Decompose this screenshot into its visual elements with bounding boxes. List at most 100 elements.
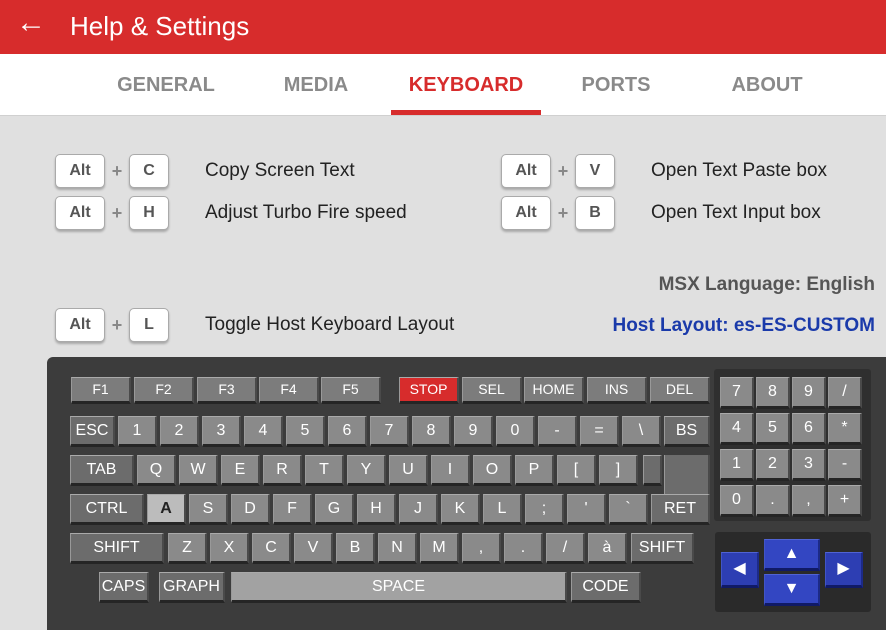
key-r[interactable]: R: [263, 455, 302, 486]
arrow-up-icon[interactable]: ▲: [764, 539, 820, 571]
host-layout-label[interactable]: Host Layout: es-ES-CUSTOM: [612, 311, 875, 341]
numpad-comma[interactable]: ,: [792, 485, 826, 517]
key-y[interactable]: Y: [347, 455, 386, 486]
key-equals[interactable]: =: [580, 416, 619, 447]
key-a[interactable]: A: [147, 494, 186, 525]
tab-keyboard[interactable]: KEYBOARD: [391, 74, 541, 97]
key-g[interactable]: G: [315, 494, 354, 525]
key-3[interactable]: 3: [202, 416, 241, 447]
key-d[interactable]: D: [231, 494, 270, 525]
key-s[interactable]: S: [189, 494, 228, 525]
key-bs[interactable]: BS: [664, 416, 710, 447]
numpad-multiply[interactable]: *: [828, 413, 862, 445]
key-5[interactable]: 5: [286, 416, 325, 447]
alt-key-cap: Alt: [55, 308, 105, 342]
arrow-left-icon[interactable]: ◀: [721, 552, 759, 588]
key-i[interactable]: I: [431, 455, 470, 486]
key-shift-left[interactable]: SHIFT: [70, 533, 164, 564]
key-9[interactable]: 9: [454, 416, 493, 447]
key-ret-upper[interactable]: [664, 455, 710, 497]
numpad-0[interactable]: 0: [720, 485, 754, 517]
numpad-7[interactable]: 7: [720, 377, 754, 409]
key-quote[interactable]: ': [567, 494, 606, 525]
key-f5[interactable]: F5: [321, 377, 381, 404]
key-slash[interactable]: /: [546, 533, 585, 564]
numpad-divide[interactable]: /: [828, 377, 862, 409]
key-backtick[interactable]: `: [609, 494, 648, 525]
numpad-2[interactable]: 2: [756, 449, 790, 481]
key-ins[interactable]: INS: [587, 377, 647, 404]
key-backslash[interactable]: \: [622, 416, 661, 447]
key-space[interactable]: SPACE: [231, 572, 567, 603]
key-f1[interactable]: F1: [71, 377, 131, 404]
key-e[interactable]: E: [221, 455, 260, 486]
key-l[interactable]: L: [483, 494, 522, 525]
key-ret[interactable]: RET: [651, 494, 710, 525]
key-a-grave[interactable]: à: [588, 533, 627, 564]
numpad-minus[interactable]: -: [828, 449, 862, 481]
key-u[interactable]: U: [389, 455, 428, 486]
key-semicolon[interactable]: ;: [525, 494, 564, 525]
key-f3[interactable]: F3: [197, 377, 257, 404]
numpad-8[interactable]: 8: [756, 377, 790, 409]
key-left-bracket[interactable]: [: [557, 455, 596, 486]
key-stop[interactable]: STOP: [399, 377, 459, 404]
key-graph[interactable]: GRAPH: [159, 572, 225, 603]
shortcut-description: Adjust Turbo Fire speed: [205, 202, 407, 223]
key-c[interactable]: C: [252, 533, 291, 564]
key-k[interactable]: K: [441, 494, 480, 525]
key-f4[interactable]: F4: [259, 377, 319, 404]
key-n[interactable]: N: [378, 533, 417, 564]
key-esc[interactable]: ESC: [70, 416, 115, 447]
key-0[interactable]: 0: [496, 416, 535, 447]
numpad-9[interactable]: 9: [792, 377, 826, 409]
key-o[interactable]: O: [473, 455, 512, 486]
key-6[interactable]: 6: [328, 416, 367, 447]
numpad-6[interactable]: 6: [792, 413, 826, 445]
key-m[interactable]: M: [420, 533, 459, 564]
numpad-period[interactable]: .: [756, 485, 790, 517]
key-tab[interactable]: TAB: [70, 455, 134, 486]
key-b[interactable]: B: [336, 533, 375, 564]
key-4[interactable]: 4: [244, 416, 283, 447]
numpad-4[interactable]: 4: [720, 413, 754, 445]
key-p[interactable]: P: [515, 455, 554, 486]
key-code[interactable]: CODE: [571, 572, 641, 603]
arrow-right-icon[interactable]: ▶: [825, 552, 863, 588]
key-7[interactable]: 7: [370, 416, 409, 447]
key-comma[interactable]: ,: [462, 533, 501, 564]
key-h[interactable]: H: [357, 494, 396, 525]
tab-general[interactable]: GENERAL: [91, 74, 241, 97]
key-x[interactable]: X: [210, 533, 249, 564]
numpad-1[interactable]: 1: [720, 449, 754, 481]
tab-about[interactable]: ABOUT: [692, 74, 842, 97]
key-ctrl[interactable]: CTRL: [70, 494, 144, 525]
key-v[interactable]: V: [294, 533, 333, 564]
l-key-cap: L: [129, 308, 169, 342]
back-arrow-icon[interactable]: ←: [14, 5, 48, 41]
key-minus[interactable]: -: [538, 416, 577, 447]
arrow-down-icon[interactable]: ▼: [764, 574, 820, 606]
tab-ports[interactable]: PORTS: [541, 74, 691, 97]
tab-media[interactable]: MEDIA: [241, 74, 391, 97]
key-home[interactable]: HOME: [524, 377, 584, 404]
key-1[interactable]: 1: [118, 416, 157, 447]
key-f2[interactable]: F2: [134, 377, 194, 404]
key-right-bracket[interactable]: ]: [599, 455, 638, 486]
numpad-plus[interactable]: +: [828, 485, 862, 517]
key-q[interactable]: Q: [137, 455, 176, 486]
key-period[interactable]: .: [504, 533, 543, 564]
key-del[interactable]: DEL: [650, 377, 710, 404]
key-2[interactable]: 2: [160, 416, 199, 447]
key-z[interactable]: Z: [168, 533, 207, 564]
numpad-5[interactable]: 5: [756, 413, 790, 445]
key-caps[interactable]: CAPS: [99, 572, 149, 603]
key-8[interactable]: 8: [412, 416, 451, 447]
key-t[interactable]: T: [305, 455, 344, 486]
key-shift-right[interactable]: SHIFT: [631, 533, 694, 564]
key-sel[interactable]: SEL: [462, 377, 522, 404]
key-w[interactable]: W: [179, 455, 218, 486]
key-f[interactable]: F: [273, 494, 312, 525]
key-j[interactable]: J: [399, 494, 438, 525]
numpad-3[interactable]: 3: [792, 449, 826, 481]
